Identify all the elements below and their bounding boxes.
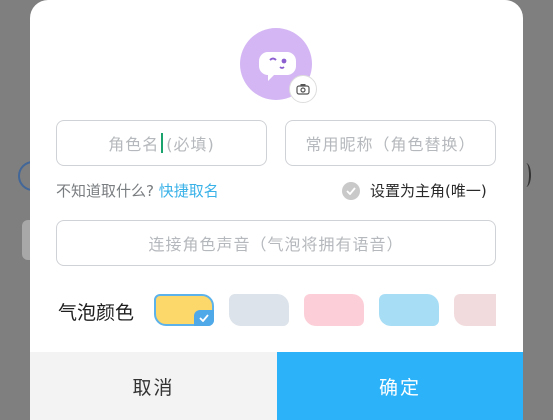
main-role-label: 设置为主角(唯一) <box>370 182 487 200</box>
bubble-color-swatch-rose[interactable] <box>454 294 496 326</box>
role-name-placeholder: 角色名 <box>108 135 160 154</box>
nickname-placeholder: 常用昵称（角色替换） <box>305 135 476 154</box>
bubble-color-swatch-gray[interactable] <box>229 294 289 326</box>
check-circle-icon <box>342 181 360 200</box>
name-hint: 不知道取什么? 快捷取名 <box>56 180 219 201</box>
voice-link-input[interactable]: 连接角色声音（气泡将拥有语音） <box>56 220 496 266</box>
hint-text: 不知道取什么? <box>56 182 154 200</box>
create-role-dialog: 角色名 (必填) 常用昵称（角色替换） 不知道取什么? 快捷取名 设置为主角(唯… <box>30 0 523 420</box>
text-caret <box>161 133 164 153</box>
nickname-input[interactable]: 常用昵称（角色替换） <box>285 120 496 166</box>
voice-placeholder: 连接角色声音（气泡将拥有语音） <box>148 235 404 254</box>
bubble-color-swatch-blue[interactable] <box>379 294 439 326</box>
set-main-role-toggle[interactable]: 设置为主角(唯一) <box>342 180 487 201</box>
camera-icon <box>296 84 310 95</box>
camera-button[interactable] <box>289 75 317 103</box>
bubble-color-swatch-pink[interactable] <box>304 294 364 326</box>
quick-name-link[interactable]: 快捷取名 <box>159 182 219 200</box>
bubble-color-swatch-yellow[interactable] <box>154 294 214 326</box>
confirm-button[interactable]: 确定 <box>277 352 523 420</box>
required-hint: (必填) <box>166 135 215 154</box>
bubble-color-label: 气泡颜色 <box>58 302 135 324</box>
check-icon <box>194 310 214 326</box>
cancel-button[interactable]: 取消 <box>30 352 277 420</box>
role-name-input[interactable]: 角色名 (必填) <box>56 120 267 166</box>
